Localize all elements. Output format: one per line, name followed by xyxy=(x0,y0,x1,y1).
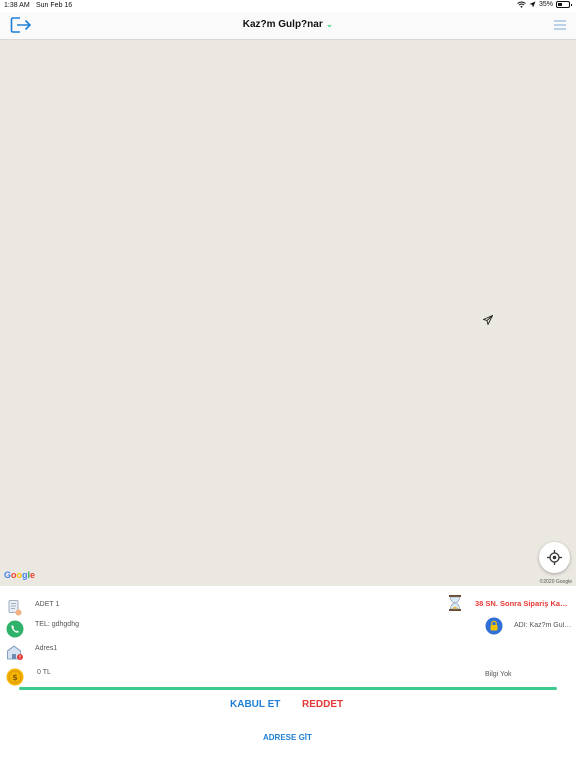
battery-level xyxy=(558,3,562,6)
menu-icon[interactable] xyxy=(554,20,566,30)
order-phone: TEL: gdhgdhg xyxy=(35,621,79,628)
auto-accept-countdown: 38 SN. Sonra Sipariş Kabul Edilecek xyxy=(475,599,571,608)
accept-button[interactable]: KABUL ET xyxy=(230,699,280,710)
coin-icon: $ xyxy=(6,668,24,686)
chevron-down-icon: ⌄ xyxy=(325,19,334,29)
status-bar: 1:38 AM Sun Feb 16 35% xyxy=(0,0,576,12)
google-logo-letter: e xyxy=(30,570,36,580)
map-view[interactable]: Google ©2020 Google xyxy=(0,40,576,586)
svg-text:$: $ xyxy=(12,673,18,682)
address-icon xyxy=(7,645,23,660)
battery-icon xyxy=(556,1,572,8)
progress-fill xyxy=(19,687,557,690)
location-arrow-icon xyxy=(529,1,536,8)
wifi-icon xyxy=(517,1,526,8)
order-quantity: ADET 1 xyxy=(35,601,60,608)
status-date: Sun Feb 16 xyxy=(36,2,73,9)
extra-info: Bilgi Yok xyxy=(485,671,512,678)
google-logo: Google xyxy=(4,570,35,580)
order-list-icon xyxy=(8,600,22,616)
crosshair-icon xyxy=(547,550,562,565)
order-panel: ADET 1 TEL: gdhgdhg Adres1 $ 0 TL 38 SN.… xyxy=(0,586,576,768)
phone-icon[interactable] xyxy=(6,620,24,638)
go-to-address-button[interactable]: ADRESE GİT xyxy=(263,733,312,742)
app-screen: 1:38 AM Sun Feb 16 35% Kaz?m Gulp?nar⌄ xyxy=(0,0,576,768)
status-time: 1:38 AM xyxy=(4,2,30,9)
order-address: Adres1 xyxy=(35,645,58,652)
map-copyright: ©2020 Google xyxy=(539,579,572,585)
page-title: Kaz?m Gulp?nar xyxy=(242,19,323,30)
hourglass-icon xyxy=(449,595,461,611)
order-amount: 0 TL xyxy=(37,669,51,676)
google-logo-letter: G xyxy=(4,570,12,580)
customer-name: ADI: Kaz?m Gulp?nar xyxy=(514,622,572,629)
countdown-progress-bar xyxy=(19,687,557,690)
battery-percent: 35% xyxy=(538,1,553,8)
reject-button[interactable]: REDDET xyxy=(302,699,343,710)
paper-plane-icon xyxy=(483,315,493,325)
my-location-button[interactable] xyxy=(539,542,570,573)
nav-bar: Kaz?m Gulp?nar ⌄ xyxy=(0,12,576,40)
user-switcher[interactable]: Kaz?m Gulp?nar ⌄ xyxy=(0,19,576,30)
status-indicators: 35% xyxy=(517,1,572,8)
customer-lock-icon xyxy=(485,617,503,635)
